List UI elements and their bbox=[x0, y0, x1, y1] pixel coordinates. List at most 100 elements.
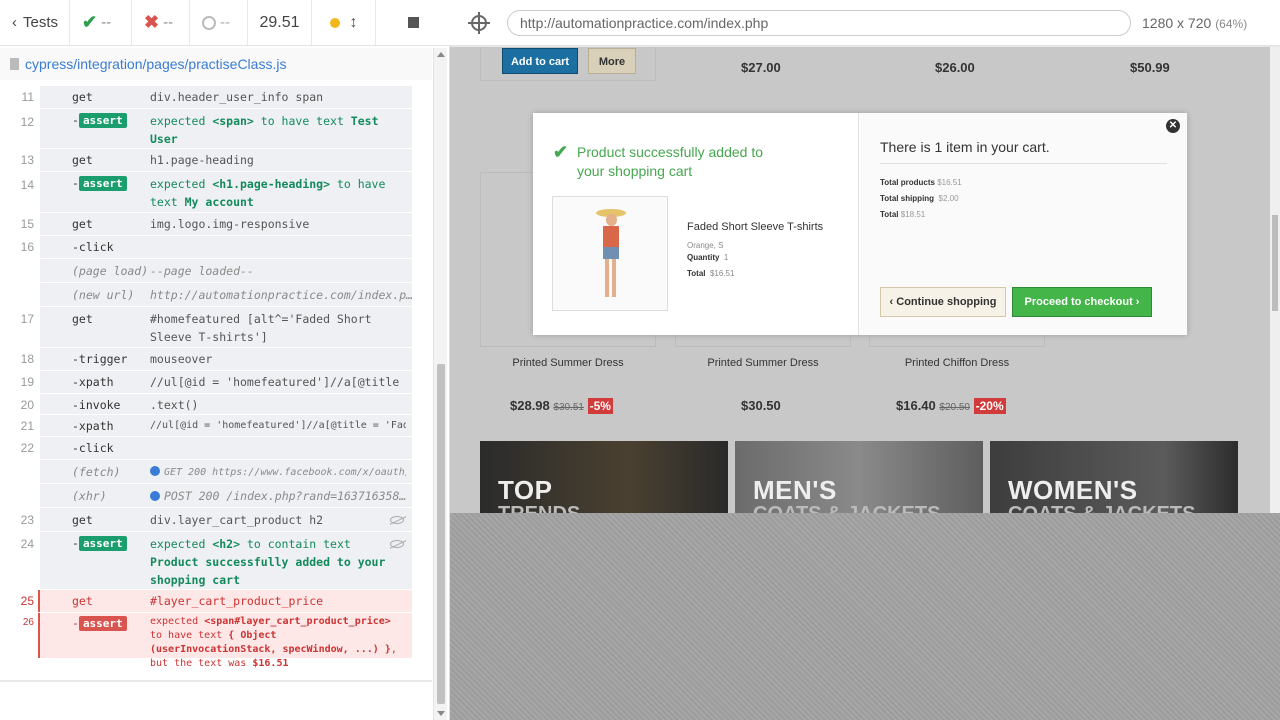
aut-iframe: Add to cart More $27.00 $26.00 $50.99 Pr… bbox=[450, 47, 1278, 513]
command-row-event[interactable]: (new url) http://automationpractice.com/… bbox=[40, 283, 413, 307]
command-row[interactable]: 24 - assert expected <h2> to contain text… bbox=[21, 532, 412, 590]
banner-womens[interactable]: WOMEN'S COATS & JACKETS bbox=[990, 441, 1238, 513]
file-icon bbox=[10, 58, 19, 70]
failed-count: ✖ -- bbox=[132, 0, 190, 46]
fail-indicator bbox=[38, 590, 40, 612]
command-row[interactable]: 14 - assert expected <h1.page-heading> to… bbox=[21, 172, 412, 213]
scroll-down-icon[interactable] bbox=[437, 711, 445, 716]
passed-count: ✔ -- bbox=[70, 0, 132, 46]
command-row[interactable]: 17 get #homefeatured [alt^='Faded Short … bbox=[21, 307, 412, 348]
product-name[interactable]: Printed Chiffon Dress bbox=[869, 357, 1045, 369]
divider bbox=[880, 163, 1167, 164]
stop-icon bbox=[407, 17, 419, 28]
product-name[interactable]: Printed Summer Dress bbox=[675, 357, 851, 369]
banner-top-trends[interactable]: TOP TRENDS bbox=[480, 441, 728, 513]
total-sum: Total $18.51 bbox=[880, 210, 926, 219]
cart-summary-panel: There is 1 item in your cart. Total prod… bbox=[860, 113, 1187, 335]
product-price-row: $28.98 $30.51 -5% bbox=[510, 398, 613, 414]
request-dot-icon bbox=[150, 466, 160, 476]
product-price: $27.00 bbox=[741, 60, 781, 75]
command-row[interactable]: 11 get div.header_user_info span bbox=[22, 86, 412, 109]
pending-count: -- bbox=[190, 0, 248, 46]
scrollbar-thumb[interactable] bbox=[437, 364, 445, 704]
continue-shopping-button[interactable]: ‹ Continue shopping bbox=[880, 287, 1006, 317]
proceed-to-checkout-button[interactable]: Proceed to checkout › bbox=[1012, 287, 1152, 317]
aut-header: http://automationpractice.com/index.php … bbox=[450, 0, 1280, 46]
url-field[interactable]: http://automationpractice.com/index.php bbox=[507, 10, 1131, 36]
aut-scrollbar[interactable] bbox=[1270, 47, 1280, 513]
auto-scroll-control[interactable]: ↕ bbox=[312, 0, 376, 46]
test-runner-panel: ‹ Tests ✔ -- ✖ -- -- 29.51 ↕ cypress/int… bbox=[0, 0, 450, 720]
check-icon: ✔ bbox=[82, 12, 98, 32]
eye-slash-icon[interactable] bbox=[390, 540, 404, 548]
command-row[interactable]: 22 -click bbox=[21, 437, 412, 460]
command-row[interactable]: 19 -xpath //ul[@id = 'homefeatured']//a[… bbox=[21, 371, 412, 394]
product-title: Faded Short Sleeve T-shirts bbox=[687, 221, 824, 233]
runner-divider bbox=[0, 680, 432, 682]
check-icon: ✔ bbox=[553, 142, 569, 162]
assert-badge: assert bbox=[78, 536, 127, 551]
command-row[interactable]: 15 get img.logo.img-responsive bbox=[21, 213, 412, 236]
product-price: $26.00 bbox=[935, 60, 975, 75]
runner-scrollbar[interactable] bbox=[433, 48, 447, 720]
total-shipping: Total shipping $2.00 bbox=[880, 194, 959, 203]
eye-slash-icon[interactable] bbox=[390, 516, 404, 524]
duration: 29.51 bbox=[248, 0, 312, 46]
add-to-cart-button[interactable]: Add to cart bbox=[502, 48, 578, 74]
command-log: 11 get div.header_user_info span 12 - ass… bbox=[0, 82, 432, 680]
scroll-up-icon[interactable] bbox=[437, 52, 445, 57]
cart-product-panel: ✔ Product successfully added to your sho… bbox=[533, 113, 859, 335]
x-icon: ✖ bbox=[144, 12, 160, 32]
command-row[interactable]: 12 - assert expected <span> to have text … bbox=[21, 109, 412, 149]
cypress-window: ‹ Tests ✔ -- ✖ -- -- 29.51 ↕ cypress/int… bbox=[0, 0, 1280, 720]
banner-mens[interactable]: MEN'S COATS & JACKETS bbox=[735, 441, 983, 513]
close-icon[interactable]: ✕ bbox=[1166, 119, 1180, 133]
chevron-right-icon: › bbox=[1132, 296, 1140, 308]
assert-badge: assert bbox=[78, 176, 127, 191]
runner-toolbar: ‹ Tests ✔ -- ✖ -- -- 29.51 ↕ bbox=[0, 0, 450, 46]
modal-title: ✔ Product successfully added to your sho… bbox=[553, 142, 763, 180]
status-dot-icon bbox=[329, 17, 340, 28]
command-row-request[interactable]: (fetch) GET 200 https://www.facebook.com… bbox=[40, 460, 412, 484]
fail-indicator bbox=[38, 613, 40, 658]
discount-badge: -20% bbox=[973, 398, 1006, 414]
product-thumbnail bbox=[552, 196, 668, 311]
command-row[interactable]: 20 -invoke .text() bbox=[21, 394, 412, 415]
command-row[interactable]: 13 get h1.page-heading bbox=[21, 149, 412, 172]
product-name[interactable]: Printed Summer Dress bbox=[480, 357, 656, 369]
command-row[interactable]: 16 -click bbox=[21, 236, 412, 259]
viewport-size: 1280 x 720 (64%) bbox=[1142, 15, 1248, 31]
stop-button[interactable] bbox=[376, 0, 450, 46]
assert-badge-failed: assert bbox=[78, 616, 127, 631]
tests-back-button[interactable]: ‹ Tests bbox=[0, 0, 70, 46]
chevron-left-icon: ‹ bbox=[12, 14, 17, 31]
command-row-request[interactable]: (xhr) POST 200 /index.php?rand=163716358… bbox=[40, 484, 412, 508]
command-list: 11 get div.header_user_info span 12 - ass… bbox=[21, 86, 413, 669]
total-products: Total products $16.51 bbox=[880, 178, 962, 187]
product-price-row: $16.40 $20.50 -20% bbox=[896, 398, 1006, 414]
product-quantity: Quantity 1 bbox=[687, 253, 729, 262]
command-row[interactable]: 18 -trigger mouseover bbox=[21, 348, 412, 371]
scrollbar-thumb[interactable] bbox=[1272, 215, 1278, 311]
product-attributes: Orange, S bbox=[687, 241, 724, 250]
command-row[interactable]: 21 -xpath //ul[@id = 'homefeatured']//a[… bbox=[21, 415, 412, 437]
command-row-event[interactable]: (page load) --page loaded-- bbox=[40, 259, 412, 283]
selector-playground-icon[interactable] bbox=[468, 12, 490, 34]
cart-count-title: There is 1 item in your cart. bbox=[880, 139, 1050, 155]
app-under-test: http://automationpractice.com/index.php … bbox=[450, 0, 1280, 720]
scroll-arrows-icon[interactable]: ↕ bbox=[350, 14, 358, 32]
pending-icon bbox=[202, 15, 216, 30]
command-row[interactable]: 23 get div.layer_cart_product h2 bbox=[21, 508, 412, 532]
tests-label: Tests bbox=[23, 14, 59, 31]
command-row-failed[interactable]: 25 get #layer_cart_product_price bbox=[21, 590, 412, 613]
spec-file-path[interactable]: cypress/integration/pages/practiseClass.… bbox=[0, 48, 432, 80]
command-row-failed[interactable]: 26 - assert expected <span#layer_cart_pro… bbox=[23, 613, 412, 669]
assert-badge: assert bbox=[78, 113, 127, 128]
product-total: Total $16.51 bbox=[687, 269, 735, 278]
discount-badge: -5% bbox=[587, 398, 613, 414]
request-dot-icon bbox=[150, 491, 160, 501]
model-image bbox=[596, 209, 626, 301]
more-button[interactable]: More bbox=[588, 48, 636, 74]
product-price: $50.99 bbox=[1130, 60, 1170, 75]
cart-modal: ✔ Product successfully added to your sho… bbox=[533, 113, 1187, 335]
